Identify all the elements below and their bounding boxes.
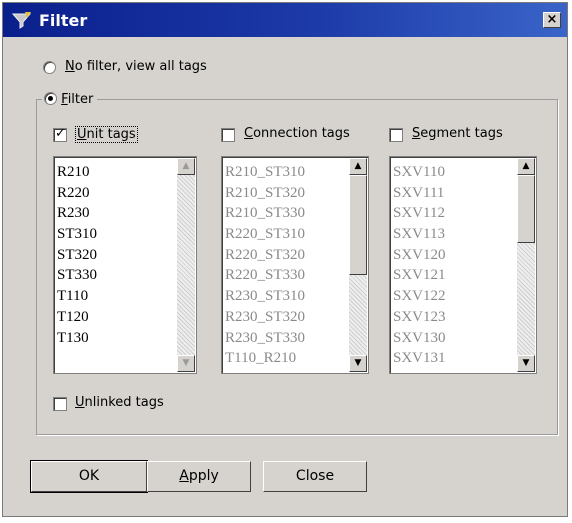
list-item[interactable]: R220_ST310 bbox=[225, 224, 305, 245]
list-item[interactable]: R210_ST320 bbox=[225, 183, 305, 204]
close-button[interactable]: Close bbox=[263, 461, 367, 492]
connection-tags-accel: C bbox=[244, 126, 254, 141]
list-item[interactable]: R220 bbox=[57, 183, 97, 204]
unit-tags-text: nit tags bbox=[86, 127, 136, 142]
title-bar[interactable]: Filter × bbox=[3, 3, 567, 37]
segment-tags-label[interactable]: Segment tags bbox=[412, 126, 503, 141]
list-item[interactable]: SXV131 bbox=[393, 348, 446, 369]
unit-tags-label[interactable]: Unit tags bbox=[75, 126, 138, 143]
window-title: Filter bbox=[39, 11, 88, 30]
list-item[interactable]: R220_ST330 bbox=[225, 265, 305, 286]
segment-tags-text: egment tags bbox=[420, 126, 503, 141]
segment-tags-checkbox[interactable] bbox=[389, 128, 403, 142]
unlinked-tags-checkbox[interactable] bbox=[53, 397, 67, 411]
filter-dialog: Filter × No filter, view all tags Filter… bbox=[2, 2, 568, 517]
arrow-up-icon[interactable]: ▲ bbox=[177, 158, 195, 175]
segment-tags-items: SXV110 SXV111 SXV112 SXV113 SXV120 SXV12… bbox=[393, 162, 446, 369]
list-item[interactable]: ST320 bbox=[57, 245, 97, 266]
list-item[interactable]: ST330 bbox=[57, 265, 97, 286]
filter-option[interactable]: Filter bbox=[42, 92, 98, 108]
list-item[interactable]: SXV113 bbox=[393, 224, 446, 245]
ok-button[interactable]: OK bbox=[30, 460, 148, 493]
list-item[interactable]: R230_ST320 bbox=[225, 307, 305, 328]
list-item[interactable]: SXV110 bbox=[393, 162, 446, 183]
no-filter-label[interactable]: No filter, view all tags bbox=[65, 59, 207, 74]
list-item[interactable]: SXV130 bbox=[393, 328, 446, 349]
list-item[interactable]: T110 bbox=[57, 286, 97, 307]
unit-tags-accel: U bbox=[77, 127, 87, 142]
list-item[interactable]: SXV123 bbox=[393, 307, 446, 328]
unit-tags-checkbox[interactable]: ✓ bbox=[53, 126, 67, 142]
scroll-thumb[interactable] bbox=[349, 175, 367, 275]
connection-tags-list[interactable]: R210_ST310 R210_ST320 R210_ST330 R220_ST… bbox=[221, 156, 369, 374]
filter-radio[interactable] bbox=[44, 92, 57, 105]
segment-tags-list[interactable]: SXV110 SXV111 SXV112 SXV113 SXV120 SXV12… bbox=[389, 156, 537, 374]
connection-list-scrollbar[interactable]: ▲ ▼ bbox=[349, 158, 367, 372]
list-item[interactable]: T130 bbox=[57, 328, 97, 349]
list-item[interactable]: R230_ST310 bbox=[225, 286, 305, 307]
list-item[interactable]: ST310 bbox=[57, 224, 97, 245]
list-item[interactable]: R210_ST330 bbox=[225, 203, 305, 224]
list-item[interactable]: R220_ST320 bbox=[225, 245, 305, 266]
no-filter-radio[interactable] bbox=[43, 61, 56, 74]
list-item[interactable]: SXV112 bbox=[393, 203, 446, 224]
list-item[interactable]: T120 bbox=[57, 307, 97, 328]
connection-tags-items: R210_ST310 R210_ST320 R210_ST330 R220_ST… bbox=[225, 162, 305, 369]
list-item[interactable]: T110_R210 bbox=[225, 348, 305, 369]
list-item[interactable]: R230_ST330 bbox=[225, 328, 305, 349]
arrow-up-icon[interactable]: ▲ bbox=[349, 158, 367, 175]
scroll-thumb[interactable] bbox=[517, 175, 535, 243]
list-item[interactable]: SXV122 bbox=[393, 286, 446, 307]
apply-button[interactable]: Apply bbox=[147, 461, 251, 492]
unit-tags-items: R210 R220 R230 ST310 ST320 ST330 T110 T1… bbox=[57, 162, 97, 348]
arrow-down-icon[interactable]: ▼ bbox=[517, 355, 535, 372]
list-item[interactable]: SXV120 bbox=[393, 245, 446, 266]
arrow-down-icon[interactable]: ▼ bbox=[349, 355, 367, 372]
unlinked-tags-label[interactable]: Unlinked tags bbox=[75, 395, 164, 410]
connection-tags-checkbox[interactable] bbox=[221, 128, 235, 142]
list-item[interactable]: SXV111 bbox=[393, 183, 446, 204]
list-item[interactable]: R210_ST310 bbox=[225, 162, 305, 183]
filter-text: ilter bbox=[67, 92, 94, 107]
list-item[interactable]: R210 bbox=[57, 162, 97, 183]
filter-app-icon bbox=[11, 10, 33, 30]
list-item[interactable]: R230 bbox=[57, 203, 97, 224]
connection-tags-label[interactable]: Connection tags bbox=[244, 126, 350, 141]
list-item[interactable]: SXV121 bbox=[393, 265, 446, 286]
apply-accel: A bbox=[179, 468, 189, 484]
no-filter-accel: N bbox=[65, 59, 75, 74]
apply-text: pply bbox=[188, 468, 219, 484]
connection-tags-text: onnection tags bbox=[253, 126, 350, 141]
segment-list-scrollbar[interactable]: ▲ ▼ bbox=[517, 158, 535, 372]
arrow-down-icon[interactable]: ▼ bbox=[177, 355, 195, 372]
unlinked-tags-text: nlinked tags bbox=[84, 395, 164, 410]
unit-list-scrollbar[interactable]: ▲ ▼ bbox=[177, 158, 195, 372]
check-icon: ✓ bbox=[55, 126, 66, 141]
unit-tags-list[interactable]: R210 R220 R230 ST310 ST320 ST330 T110 T1… bbox=[53, 156, 197, 374]
unlinked-tags-accel: U bbox=[75, 395, 85, 410]
arrow-up-icon[interactable]: ▲ bbox=[517, 158, 535, 175]
no-filter-text: o filter, view all tags bbox=[74, 59, 207, 74]
close-icon[interactable]: × bbox=[543, 12, 561, 28]
